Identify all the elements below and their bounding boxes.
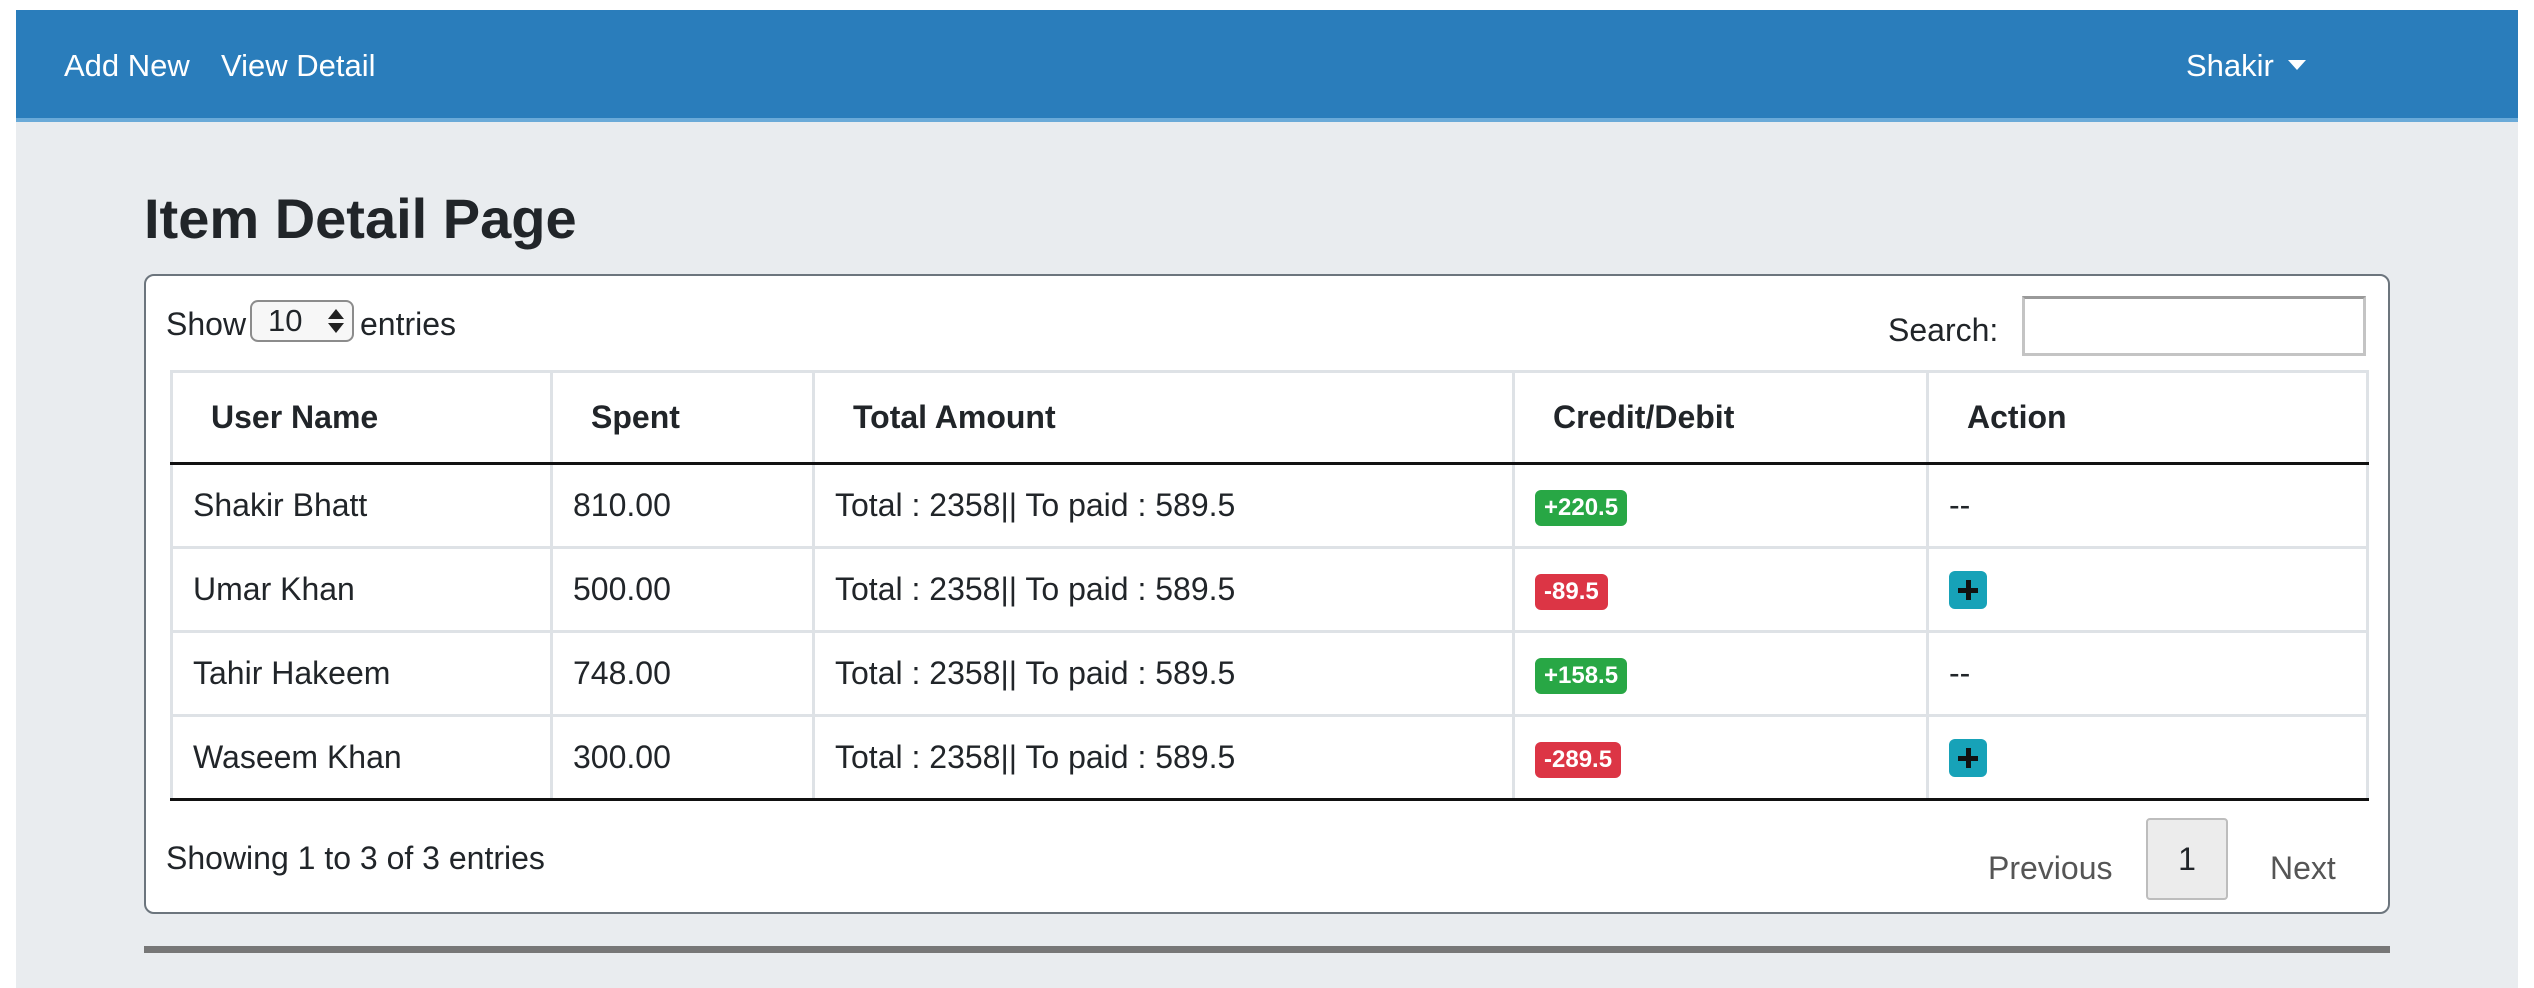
cell-user-name: Umar Khan (170, 546, 553, 633)
cell-action: -- (1926, 630, 2369, 717)
cell-action (1926, 714, 2369, 801)
cell-action (1926, 546, 2369, 633)
table-header-row: User Name Spent Total Amount Credit/Debi… (170, 370, 2369, 465)
table-info: Showing 1 to 3 of 3 entries (166, 840, 545, 876)
table-row: Umar Khan 500.00 Total : 2358|| To paid … (170, 546, 2369, 633)
cell-spent: 500.00 (550, 546, 815, 633)
divider (144, 946, 2390, 953)
add-payment-button[interactable] (1949, 739, 1987, 778)
items-table: User Name Spent Total Amount Credit/Debi… (170, 370, 2369, 801)
app-frame: Add New View Detail Shakir Item Detail P… (16, 10, 2518, 988)
nav-add-new-link[interactable]: Add New (64, 46, 190, 86)
page-title: Item Detail Page (144, 187, 577, 250)
cell-total-amount: Total : 2358|| To paid : 589.5 (812, 546, 1515, 633)
table-row: Tahir Hakeem 748.00 Total : 2358|| To pa… (170, 630, 2369, 717)
credit-badge: +220.5 (1535, 489, 1628, 526)
debit-badge: -89.5 (1535, 573, 1608, 610)
header-action[interactable]: Action (1926, 370, 2369, 465)
pagination-page-1[interactable]: 1 (2146, 818, 2228, 900)
header-spent[interactable]: Spent (550, 370, 815, 465)
entries-select-value: 10 (268, 303, 303, 338)
pagination-next[interactable]: Next (2270, 848, 2336, 888)
nav-view-detail-link[interactable]: View Detail (221, 46, 376, 86)
pagination-previous[interactable]: Previous (1988, 848, 2113, 888)
cell-total-amount: Total : 2358|| To paid : 589.5 (812, 714, 1515, 801)
user-dropdown[interactable]: Shakir (2186, 46, 2306, 86)
cell-total-amount: Total : 2358|| To paid : 589.5 (812, 462, 1515, 549)
cell-total-amount: Total : 2358|| To paid : 589.5 (812, 630, 1515, 717)
table-card: Show 10 entries Search: User Name Spent … (144, 274, 2390, 914)
cell-credit-debit: -289.5 (1512, 714, 1929, 801)
user-name: Shakir (2186, 48, 2274, 83)
select-arrows-icon (328, 307, 344, 335)
cell-spent: 810.00 (550, 462, 815, 549)
cell-spent: 300.00 (550, 714, 815, 801)
entries-label: entries (360, 306, 457, 342)
credit-badge: +158.5 (1535, 657, 1628, 694)
header-total-amount[interactable]: Total Amount (812, 370, 1515, 465)
show-label: Show (166, 306, 247, 342)
header-credit-debit[interactable]: Credit/Debit (1512, 370, 1929, 465)
header-user-name[interactable]: User Name (170, 370, 553, 465)
cell-spent: 748.00 (550, 630, 815, 717)
table-row: Shakir Bhatt 810.00 Total : 2358|| To pa… (170, 462, 2369, 549)
cell-user-name: Tahir Hakeem (170, 630, 553, 717)
search-input[interactable] (2022, 296, 2366, 356)
cell-user-name: Shakir Bhatt (170, 462, 553, 549)
caret-down-icon (2287, 59, 2306, 70)
cell-credit-debit: +220.5 (1512, 462, 1929, 549)
table-row: Waseem Khan 300.00 Total : 2358|| To pai… (170, 714, 2369, 801)
entries-select[interactable]: 10 (250, 300, 354, 342)
search-label: Search: (1888, 312, 1999, 348)
add-payment-button[interactable] (1949, 571, 1987, 610)
cell-action: -- (1926, 462, 2369, 549)
cell-credit-debit: -89.5 (1512, 546, 1929, 633)
debit-badge: -289.5 (1535, 741, 1622, 778)
cell-credit-debit: +158.5 (1512, 630, 1929, 717)
cell-user-name: Waseem Khan (170, 714, 553, 801)
navbar: Add New View Detail Shakir (16, 10, 2518, 122)
